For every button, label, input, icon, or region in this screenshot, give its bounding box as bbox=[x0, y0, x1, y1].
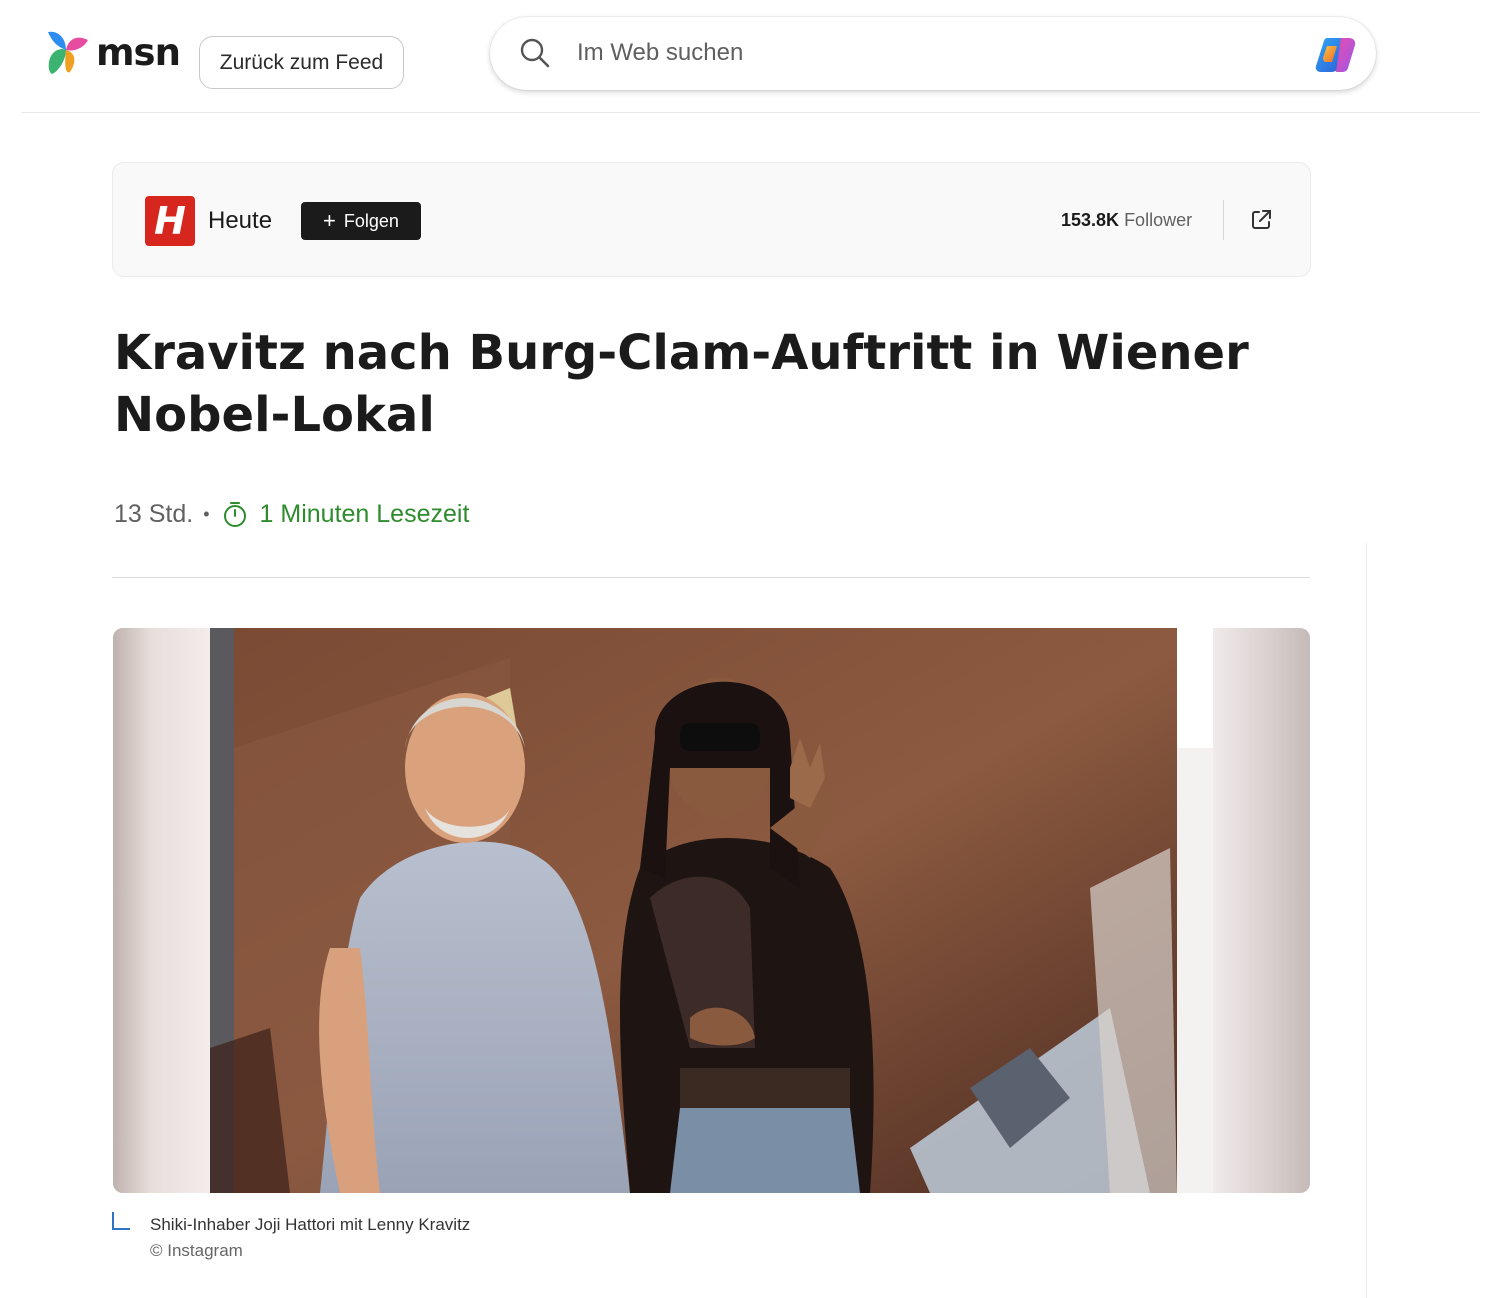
top-bar: msn Zurück zum Feed Im Web suchen bbox=[0, 0, 1498, 114]
follower-label: Follower bbox=[1124, 210, 1193, 230]
photo bbox=[210, 628, 1213, 1193]
caption-text: Shiki-Inhaber Joji Hattori mit Lenny Kra… bbox=[150, 1215, 471, 1234]
open-external-icon[interactable] bbox=[1249, 208, 1273, 237]
caption-corner-icon bbox=[112, 1212, 130, 1230]
meta-divider bbox=[112, 577, 1310, 578]
publisher-name[interactable]: Heute bbox=[208, 207, 272, 235]
read-time: 1 Minuten Lesezeit bbox=[259, 500, 470, 528]
publisher-logo-letter: H bbox=[154, 199, 186, 243]
publisher-separator bbox=[1223, 200, 1224, 240]
sidebar-divider bbox=[1366, 543, 1367, 1298]
article-title: Kravitz nach Burg-Clam-Auftritt in Wiene… bbox=[114, 325, 1249, 443]
article-image[interactable] bbox=[113, 628, 1310, 1193]
msn-wordmark: msn bbox=[96, 30, 181, 74]
meta-separator: • bbox=[203, 504, 210, 524]
timer-icon bbox=[222, 501, 248, 529]
search-input[interactable]: Im Web suchen bbox=[577, 39, 743, 67]
web-search-box[interactable]: Im Web suchen bbox=[490, 17, 1376, 90]
article-age: 13 Std. bbox=[114, 500, 194, 528]
plus-icon: + bbox=[323, 208, 336, 233]
image-blur-left bbox=[113, 628, 210, 1193]
msn-logo[interactable]: msn bbox=[44, 28, 181, 76]
publisher-bar: H Heute + Folgen 153.8K Follower bbox=[112, 162, 1311, 277]
copilot-icon[interactable] bbox=[1313, 30, 1361, 83]
image-credit: © Instagram bbox=[150, 1241, 243, 1260]
follower-count: 153.8K Follower bbox=[1061, 210, 1192, 231]
msn-butterfly-icon bbox=[44, 28, 92, 76]
follow-button[interactable]: + Folgen bbox=[301, 202, 421, 240]
publisher-logo[interactable]: H bbox=[145, 196, 195, 246]
search-icon bbox=[518, 36, 552, 75]
follow-label: Folgen bbox=[343, 210, 399, 231]
back-to-feed-button[interactable]: Zurück zum Feed bbox=[199, 36, 404, 89]
follower-number: 153.8K bbox=[1061, 210, 1120, 230]
article-meta: 13 Std. • 1 Minuten Lesezeit bbox=[114, 500, 469, 529]
header-divider bbox=[22, 112, 1480, 113]
image-blur-right bbox=[1213, 628, 1310, 1193]
